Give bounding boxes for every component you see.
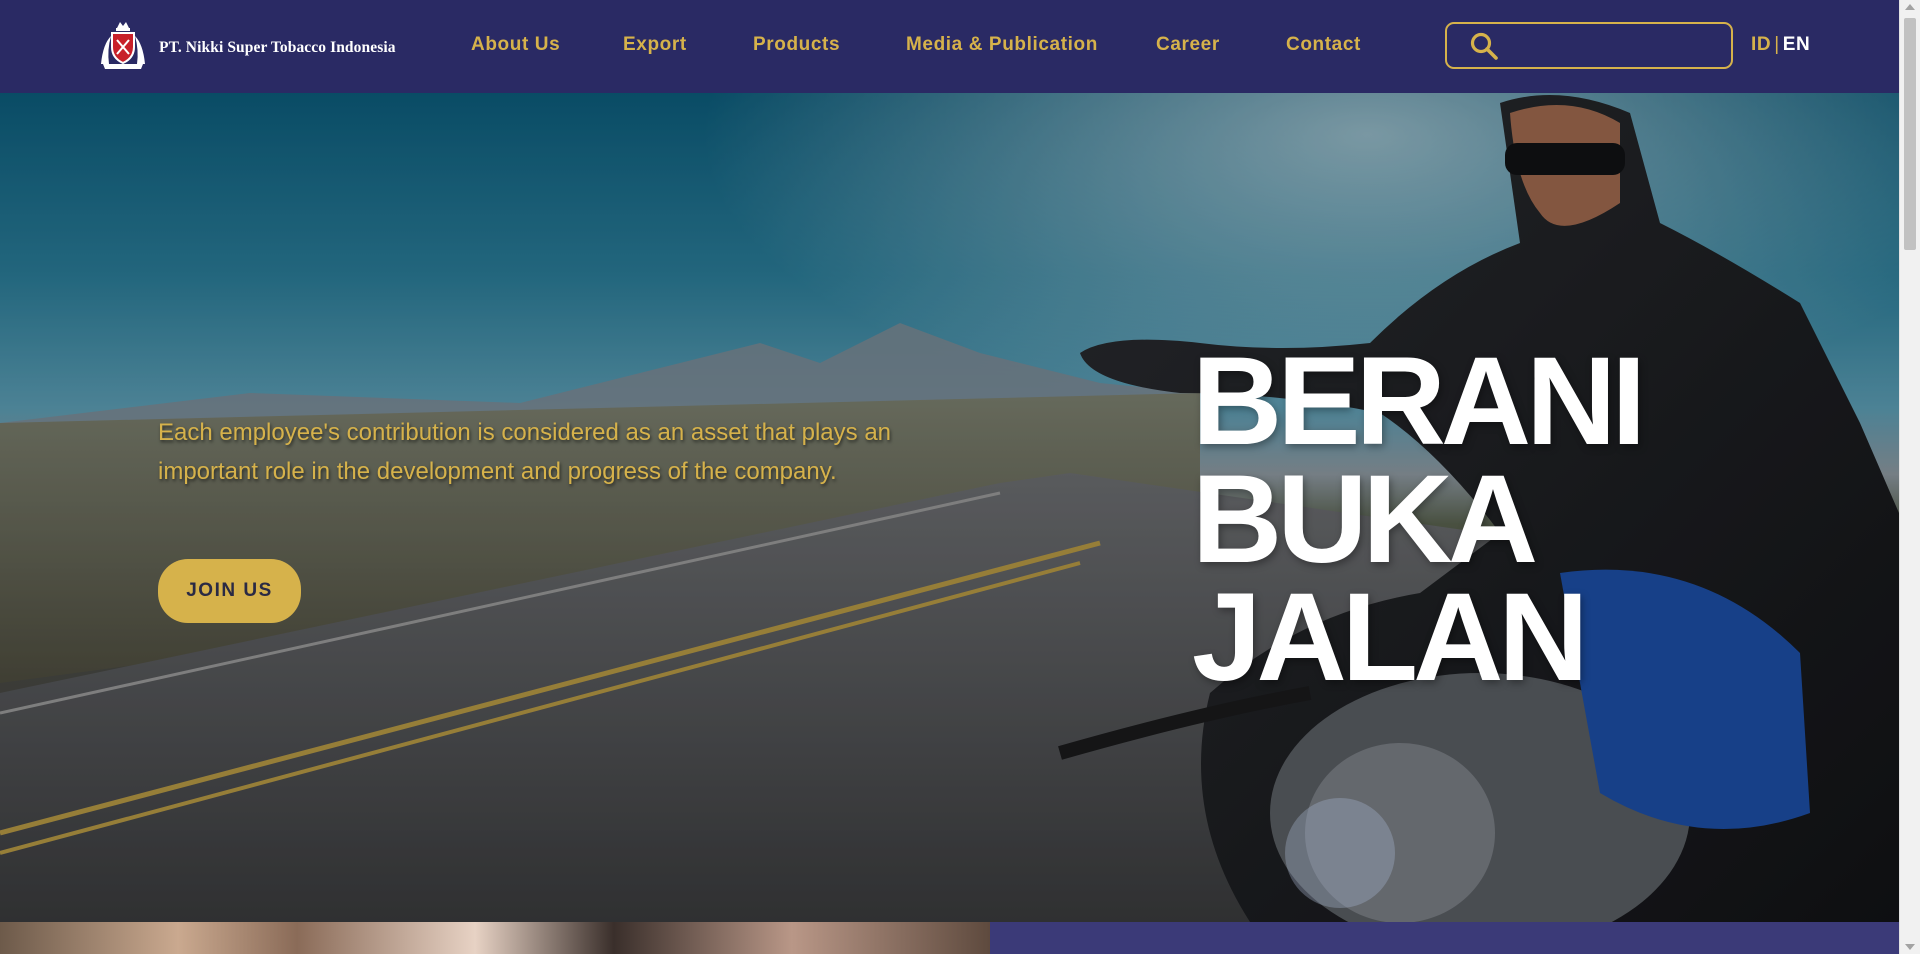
page-scrollbar[interactable] <box>1899 0 1920 954</box>
scroll-down-arrow-icon[interactable] <box>1905 944 1915 950</box>
lang-separator: | <box>1774 34 1780 55</box>
brand-name: PT. Nikki Super Tobacco Indonesia <box>159 39 396 56</box>
nav-media-publication[interactable]: Media & Publication <box>906 34 1098 56</box>
hero-description: Each employee's contribution is consider… <box>158 419 892 485</box>
join-us-button[interactable]: JOIN US <box>158 559 301 623</box>
search-input[interactable] <box>1507 35 1727 56</box>
scroll-thumb[interactable] <box>1904 18 1916 250</box>
brand[interactable]: PT. Nikki Super Tobacco Indonesia <box>95 20 396 72</box>
purple-panel <box>990 922 1899 954</box>
nav-about-us[interactable]: About Us <box>471 34 560 56</box>
nav-career[interactable]: Career <box>1156 34 1220 56</box>
lang-en-link[interactable]: EN <box>1783 34 1811 55</box>
lang-id-link[interactable]: ID <box>1751 34 1771 55</box>
hero-banner: Each employee's contribution is consider… <box>0 93 1899 922</box>
hero-slogan: BERANI BUKA JALAN <box>1192 332 1646 707</box>
search-icon[interactable] <box>1469 31 1499 61</box>
language-switcher: ID | EN <box>1751 34 1810 56</box>
people-photo-strip <box>0 922 990 954</box>
nav-contact[interactable]: Contact <box>1286 34 1361 56</box>
slogan-line-1: BERANI <box>1192 332 1646 471</box>
search-box[interactable] <box>1445 22 1733 69</box>
nav-products[interactable]: Products <box>753 34 840 56</box>
slogan-line-2: BUKA <box>1192 450 1538 589</box>
slogan-line-3: JALAN <box>1192 568 1589 707</box>
top-navbar: PT. Nikki Super Tobacco Indonesia About … <box>0 0 1899 93</box>
next-section-preview <box>0 922 1899 954</box>
nav-export[interactable]: Export <box>623 34 687 56</box>
royal-crest-logo-icon <box>101 22 145 69</box>
scroll-up-arrow-icon[interactable] <box>1905 4 1915 10</box>
